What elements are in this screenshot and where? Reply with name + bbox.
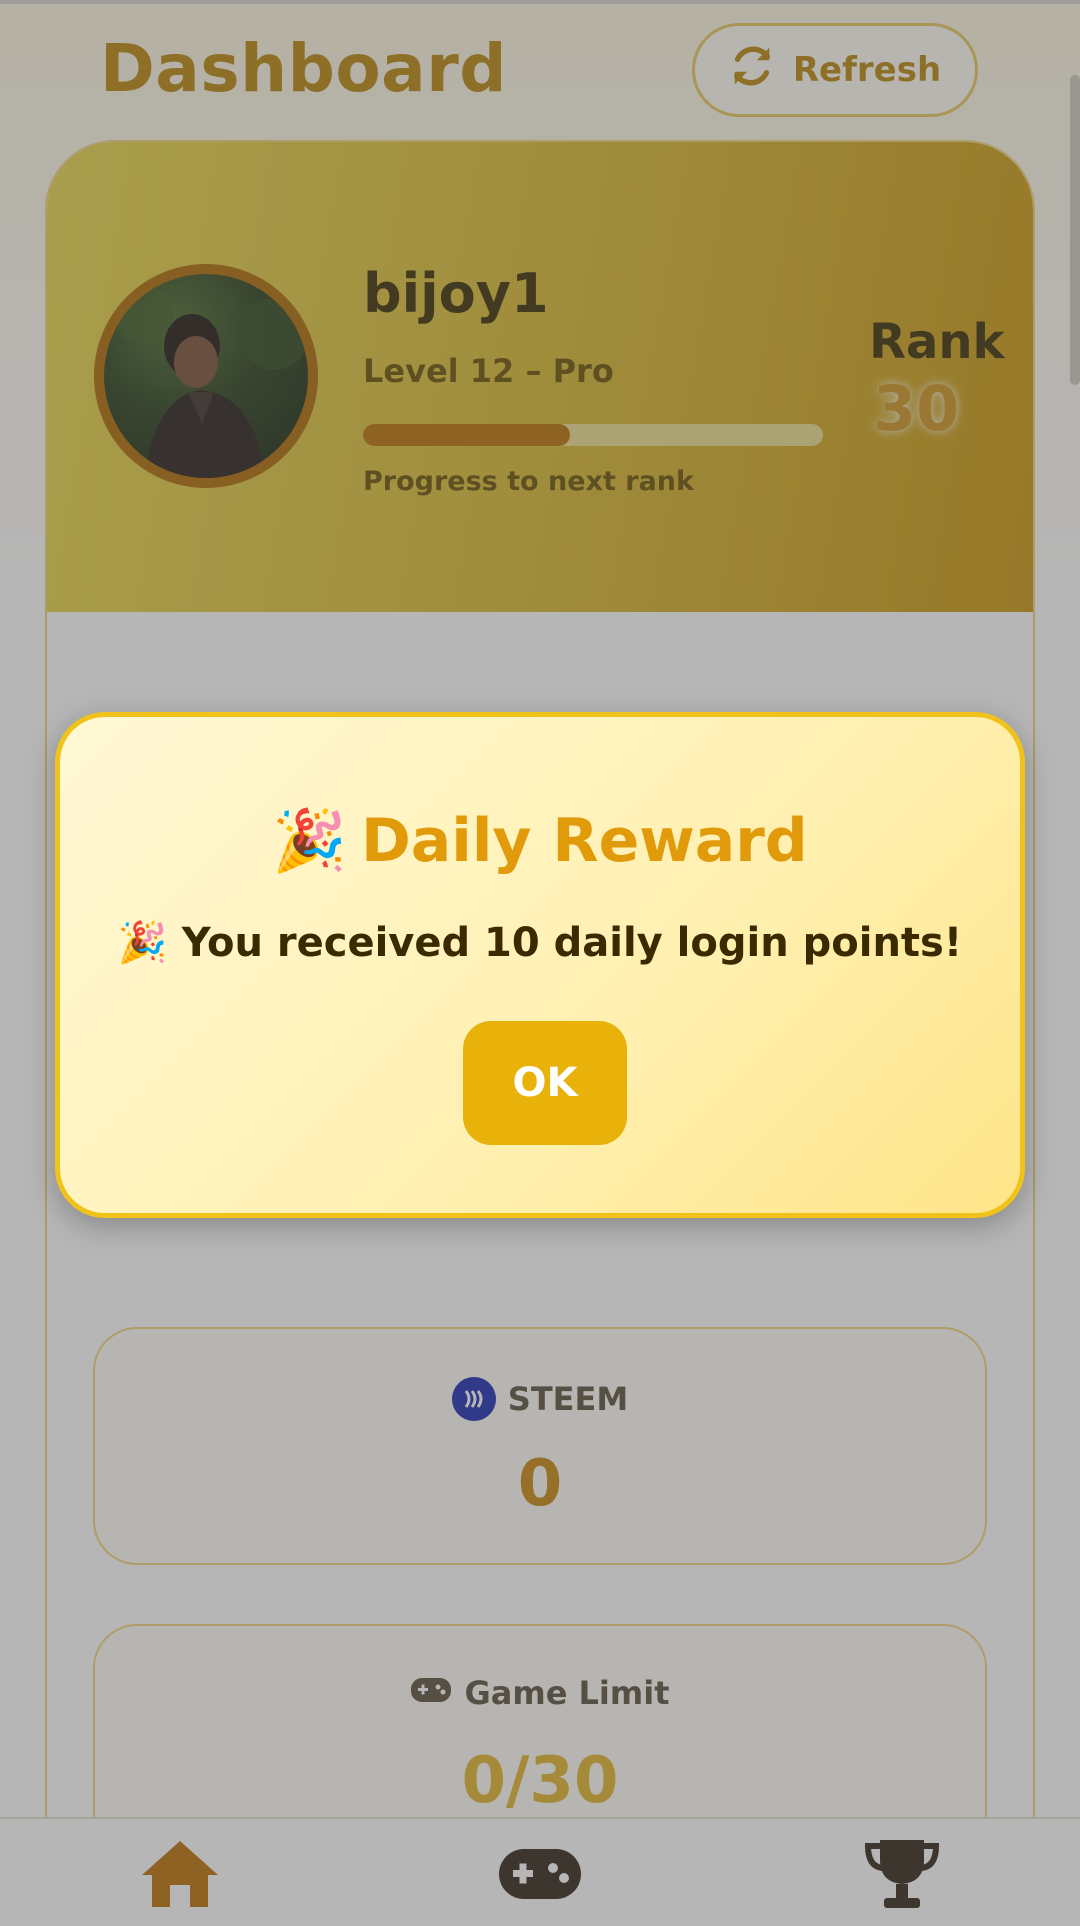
daily-reward-dialog: 🎉 Daily Reward 🎉 You received 10 daily l… bbox=[55, 712, 1025, 1218]
dialog-message: 🎉 You received 10 daily login points! bbox=[60, 919, 1020, 967]
dialog-title: 🎉 Daily Reward bbox=[60, 805, 1020, 877]
app-screen: Dashboard Refresh bijoy1 Level 12 – Pro … bbox=[0, 0, 1080, 1926]
dialog-message-text: You received 10 daily login points! bbox=[181, 919, 963, 966]
party-popper-icon: 🎉 bbox=[117, 920, 168, 966]
ok-button[interactable]: OK bbox=[463, 1021, 627, 1145]
dialog-title-text: Daily Reward bbox=[360, 805, 808, 876]
party-popper-icon: 🎉 bbox=[272, 806, 347, 876]
